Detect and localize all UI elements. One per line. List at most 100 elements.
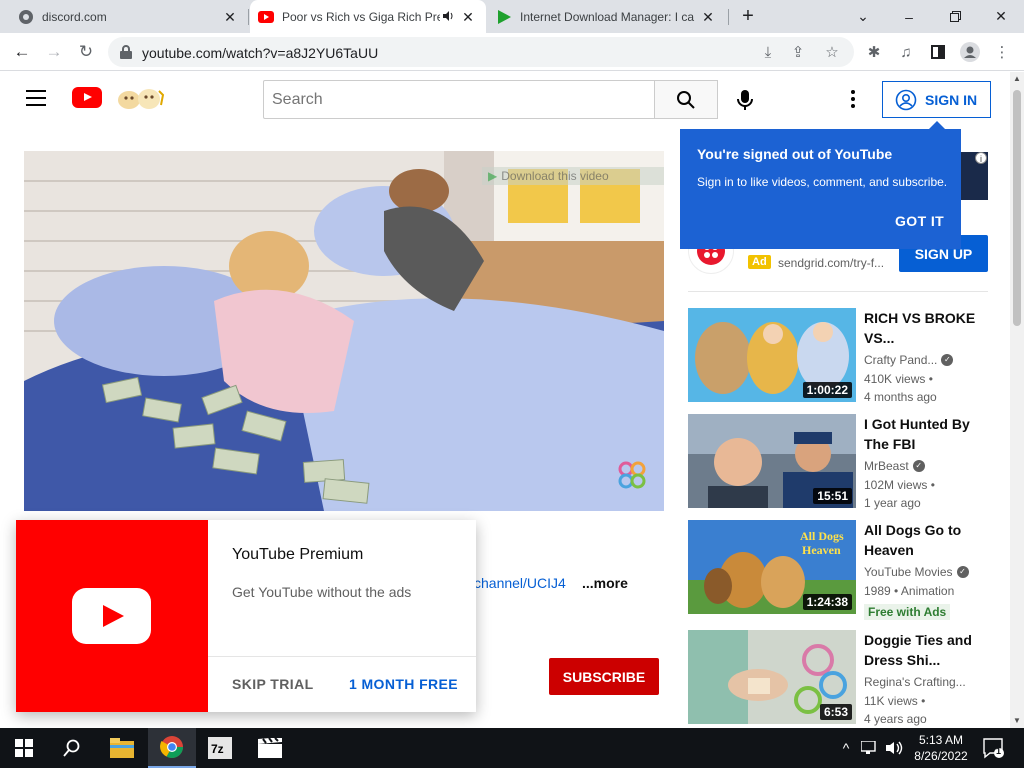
related-video[interactable]: 15:51 I Got Hunted By The FBI MrBeast ✓ … — [688, 414, 988, 510]
chrome-menu-icon[interactable]: ⋮ — [990, 40, 1014, 64]
search-input[interactable] — [263, 80, 655, 119]
video-thumbnail[interactable]: 6:53 — [688, 630, 856, 724]
windows-icon — [15, 739, 33, 757]
close-tab-icon[interactable]: ✕ — [700, 9, 716, 25]
ad-url[interactable]: sendgrid.com/try-f... — [778, 256, 884, 270]
channel-name[interactable]: YouTube Movies ✓ — [864, 565, 969, 579]
related-video[interactable]: 6:53 Doggie Ties and Dress Shi... Regina… — [688, 630, 988, 726]
video-title[interactable]: RICH VS BROKE VS... — [864, 308, 976, 348]
file-explorer-icon[interactable] — [98, 728, 146, 768]
free-with-ads-badge: Free with Ads — [864, 604, 951, 620]
ad-badge: Ad — [748, 255, 771, 269]
video-thumbnail[interactable]: 15:51 — [688, 414, 856, 508]
7zip-icon[interactable]: 7z — [196, 728, 244, 768]
video-duration: 15:51 — [813, 488, 852, 504]
voice-search-button[interactable] — [729, 84, 761, 116]
start-button[interactable] — [0, 728, 48, 768]
release-info: 1989 • Animation — [864, 584, 955, 598]
idm-download-label: Download this video — [501, 169, 609, 183]
search-button[interactable] — [654, 80, 718, 119]
video-title[interactable]: All Dogs Go to Heaven — [864, 520, 976, 560]
chrome-icon[interactable] — [148, 728, 196, 768]
media-player-icon[interactable] — [246, 728, 294, 768]
premium-title: YouTube Premium — [232, 546, 364, 563]
video-thumbnail[interactable]: 1:00:22 — [688, 308, 856, 402]
system-clock[interactable]: 5:13 AM 8/26/2022 — [906, 732, 976, 764]
network-icon[interactable] — [860, 738, 880, 758]
tab-discord[interactable]: discord.com ✕ — [0, 0, 248, 33]
video-duration: 6:53 — [819, 704, 852, 720]
minimize-icon[interactable]: – — [886, 0, 932, 33]
channel-name[interactable]: MrBeast ✓ — [864, 459, 925, 473]
scroll-down-icon[interactable]: ▼ — [1010, 714, 1024, 728]
sign-in-label: SIGN IN — [925, 91, 978, 108]
settings-menu-icon[interactable] — [843, 87, 863, 111]
page-scrollbar[interactable]: ▲ ▼ — [1010, 72, 1024, 728]
restore-icon[interactable] — [932, 0, 978, 33]
bookmark-star-icon[interactable]: ☆ — [822, 42, 842, 62]
ad-info-icon[interactable]: i — [975, 152, 987, 164]
side-panel-icon[interactable] — [926, 40, 950, 64]
subscribe-button[interactable]: SUBSCRIBE — [549, 658, 659, 695]
premium-subtitle: Get YouTube without the ads — [232, 584, 412, 600]
address-bar[interactable]: youtube.com/watch?v=a8J2YU6TaUU ⤓ ⇪ ☆ — [108, 37, 854, 67]
svg-text:All Dogs: All Dogs — [800, 529, 844, 543]
premium-banner — [16, 520, 208, 712]
skip-trial-button[interactable]: SKIP TRIAL — [232, 676, 314, 692]
show-hidden-icons[interactable]: ^ — [836, 738, 856, 758]
upload-date: 1 year ago — [864, 496, 921, 510]
signed-out-popover: You're signed out of YouTube Sign in to … — [680, 121, 961, 249]
close-tab-icon[interactable]: ✕ — [222, 9, 238, 25]
tab-idm[interactable]: Internet Download Manager: I ca ✕ — [486, 0, 726, 33]
tab-search-icon[interactable]: ⌄ — [840, 0, 886, 33]
related-video[interactable]: 1:00:22 RICH VS BROKE VS... Crafty Pand.… — [688, 308, 988, 404]
video-player[interactable]: ▶ Download this video ? × — [24, 151, 664, 511]
tab-youtube[interactable]: Poor vs Rich vs Giga Rich Pre ✕ — [250, 0, 486, 33]
back-icon[interactable]: ← — [9, 39, 35, 65]
channel-label: MrBeast — [864, 459, 909, 473]
share-icon[interactable]: ⇪ — [788, 42, 808, 62]
youtube-logo[interactable] — [72, 87, 102, 108]
channel-name[interactable]: Regina's Crafting... — [864, 675, 966, 689]
video-title[interactable]: Doggie Ties and Dress Shi... — [864, 630, 976, 670]
close-window-icon[interactable]: ✕ — [978, 0, 1024, 33]
sign-in-button[interactable]: SIGN IN — [882, 81, 991, 118]
month-free-button[interactable]: 1 MONTH FREE — [349, 676, 458, 692]
reload-icon[interactable]: ↻ — [73, 39, 99, 65]
related-video[interactable]: All Dogs Heaven 1:24:38 All Dogs Go to H… — [688, 520, 988, 620]
media-controls-icon[interactable]: ♫ — [894, 40, 918, 64]
idm-download-panel[interactable]: ▶ Download this video ? × — [482, 167, 664, 185]
profile-icon[interactable] — [958, 40, 982, 64]
tab-separator — [728, 9, 729, 25]
globe-icon — [18, 9, 34, 25]
menu-icon[interactable] — [26, 90, 46, 106]
account-icon — [895, 89, 917, 110]
channel-name[interactable]: Crafty Pand... ✓ — [864, 353, 954, 367]
video-title[interactable]: I Got Hunted By The FBI — [864, 414, 976, 454]
extensions-icon[interactable]: ✱ — [862, 40, 886, 64]
forward-icon[interactable]: → — [41, 39, 67, 65]
youtube-icon — [258, 9, 274, 25]
video-thumbnail[interactable]: All Dogs Heaven 1:24:38 — [688, 520, 856, 614]
microphone-icon — [737, 90, 753, 110]
notifications-icon[interactable]: 1 — [982, 737, 1004, 759]
popover-title: You're signed out of YouTube — [697, 146, 893, 162]
channel-label: Crafty Pand... — [864, 353, 938, 367]
divider — [208, 656, 476, 657]
got-it-button[interactable]: GOT IT — [895, 213, 944, 229]
scroll-thumb[interactable] — [1013, 90, 1021, 326]
speaker-icon[interactable] — [440, 9, 456, 25]
new-tab-icon[interactable]: + — [737, 6, 759, 28]
doodle-icon[interactable] — [115, 85, 165, 111]
install-app-icon[interactable]: ⤓ — [758, 42, 778, 62]
tab-separator — [248, 9, 249, 25]
description-channel-link[interactable]: channel/UCIJ4 — [474, 575, 566, 591]
show-more-link[interactable]: ...more — [582, 575, 628, 591]
volume-icon[interactable] — [884, 738, 904, 758]
divider — [688, 291, 988, 292]
close-tab-icon[interactable]: ✕ — [460, 9, 476, 25]
svg-text:7z: 7z — [211, 742, 224, 756]
lock-icon[interactable] — [119, 44, 133, 60]
search-icon[interactable] — [48, 728, 96, 768]
scroll-up-icon[interactable]: ▲ — [1010, 72, 1024, 86]
